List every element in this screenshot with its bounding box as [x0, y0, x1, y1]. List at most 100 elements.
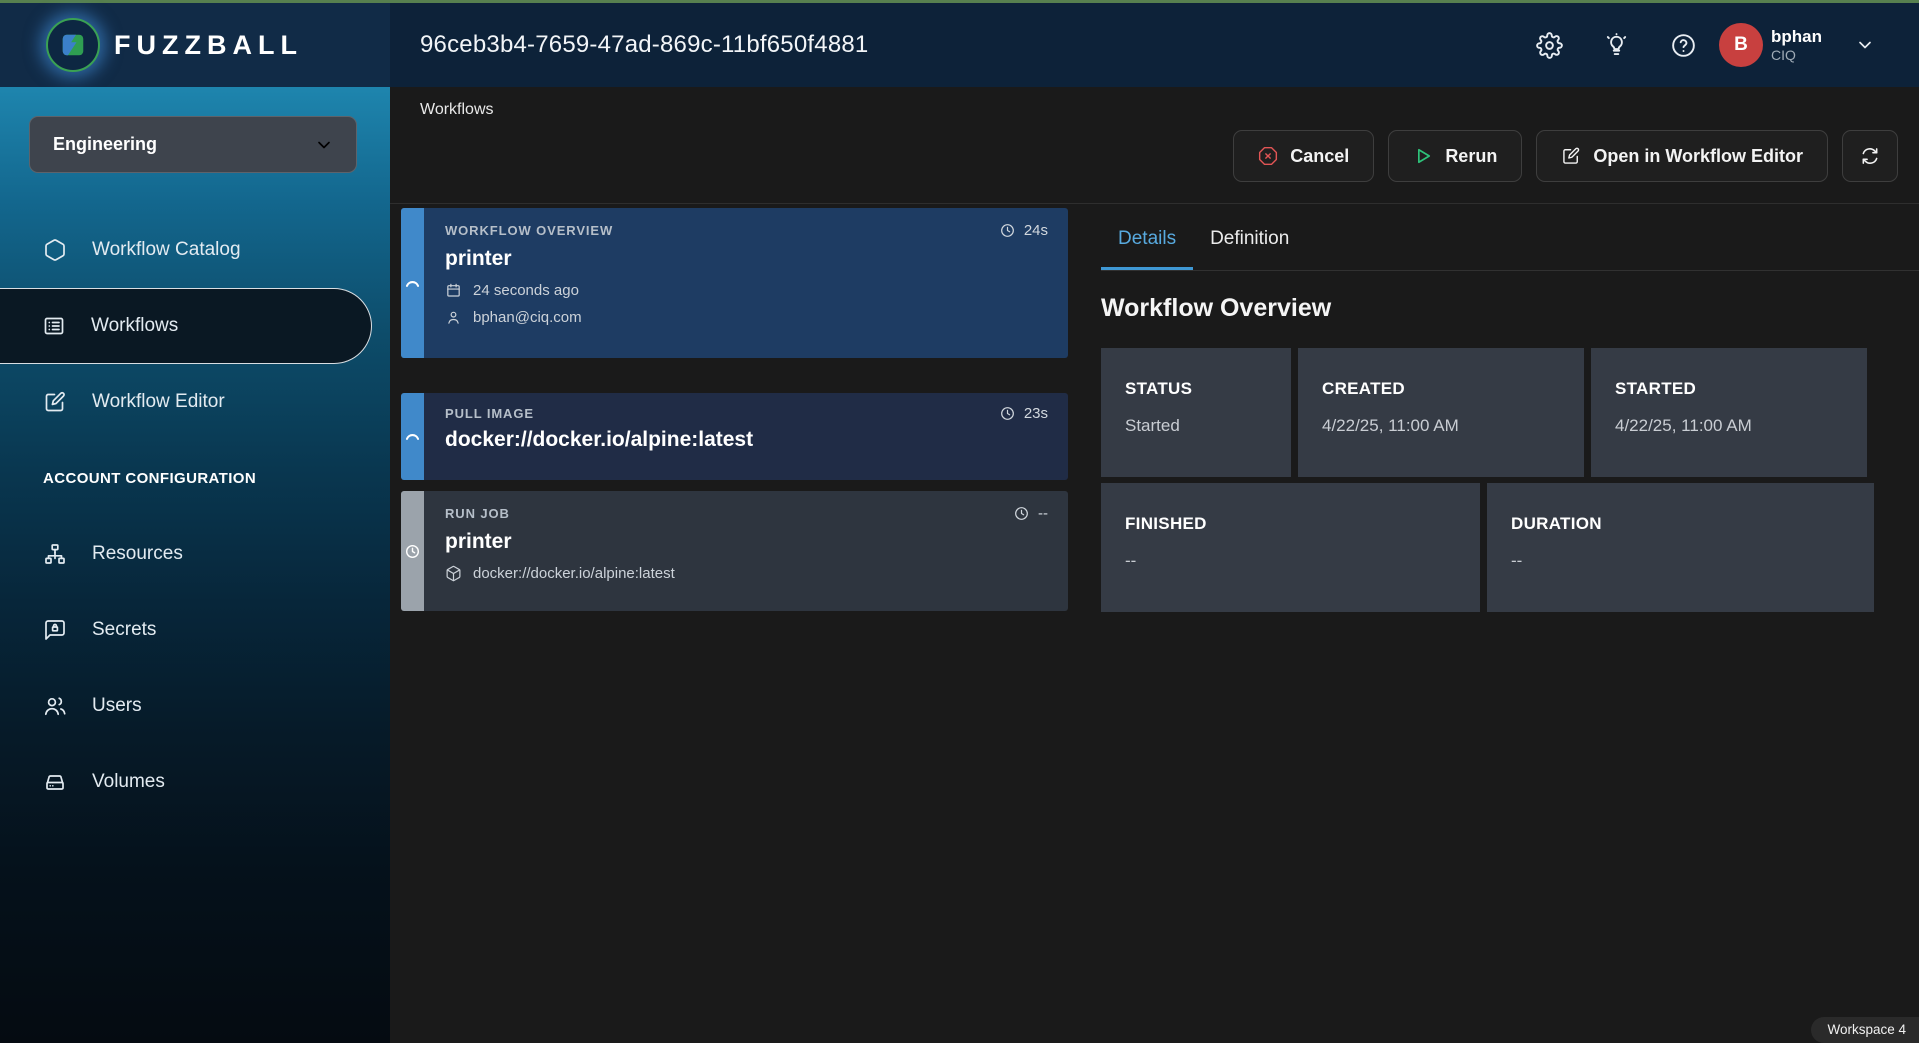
play-icon [1413, 146, 1433, 166]
calendar-icon [445, 282, 462, 299]
gear-icon [1536, 32, 1563, 59]
card-body: RUN JOB -- printer [424, 491, 1068, 611]
stat-value: -- [1511, 551, 1874, 571]
theme-button[interactable] [1599, 28, 1633, 62]
page-title: 96ceb3b4-7659-47ad-869c-11bf650f4881 [390, 3, 1532, 87]
stat-value: -- [1125, 551, 1480, 571]
card-kind: PULL IMAGE [445, 406, 534, 421]
status-rail-pending [401, 491, 424, 611]
sidebar-item-secrets[interactable]: Secrets [0, 592, 390, 668]
timeline-card-workflow-overview[interactable]: WORKFLOW OVERVIEW 24s printer [401, 208, 1068, 358]
app-screen: FUZZBALL 96ceb3b4-7659-47ad-869c-11bf650… [0, 0, 1919, 1043]
sitemap-icon [43, 542, 67, 566]
help-button[interactable] [1666, 28, 1700, 62]
user-names: bphan CIQ [1771, 27, 1822, 63]
secret-chat-lock-icon [43, 618, 67, 642]
card-kind: WORKFLOW OVERVIEW [445, 223, 613, 238]
stat-card-created: CREATED 4/22/25, 11:00 AM [1298, 348, 1584, 477]
cancel-button-label: Cancel [1290, 146, 1349, 167]
sidebar-item-label: Workflow Catalog [92, 239, 241, 261]
package-icon [445, 565, 462, 582]
rerun-button-label: Rerun [1445, 146, 1497, 167]
card-duration: 24s [999, 222, 1048, 239]
workflow-timeline: WORKFLOW OVERVIEW 24s printer [401, 208, 1068, 1043]
cancel-octagon-icon [1258, 146, 1278, 166]
top-bar: FUZZBALL 96ceb3b4-7659-47ad-869c-11bf650… [0, 3, 1919, 87]
settings-button[interactable] [1532, 28, 1566, 62]
body-row: Engineering Workflow Catalog [0, 87, 1919, 1043]
panel-heading: Workflow Overview [1101, 294, 1919, 323]
card-meta-owner: bphan@ciq.com [445, 309, 1048, 326]
stat-card-status: STATUS Started [1101, 348, 1291, 477]
timeline-card-pull-image[interactable]: PULL IMAGE 23s docker://docker.io/alpine… [401, 393, 1068, 480]
workspace-badge: Workspace 4 [1811, 1017, 1919, 1043]
card-title: printer [445, 530, 1048, 554]
spinner-icon [403, 274, 422, 293]
open-in-workflow-editor-button[interactable]: Open in Workflow Editor [1536, 130, 1828, 182]
refresh-icon [1860, 146, 1880, 166]
sidebar-item-workflow-catalog[interactable]: Workflow Catalog [0, 212, 390, 288]
sidebar-item-workflows[interactable]: Workflows [0, 288, 372, 364]
hexagon-icon [43, 238, 67, 262]
fuzzball-logo-icon [46, 18, 100, 72]
details-tabs: Details Definition [1101, 208, 1919, 271]
user-org: CIQ [1771, 47, 1822, 63]
sidebar-item-label: Resources [92, 543, 183, 565]
pending-clock-icon [404, 543, 421, 560]
card-body: WORKFLOW OVERVIEW 24s printer [424, 208, 1068, 358]
clock-icon [999, 222, 1016, 239]
sidebar-item-label: Users [92, 695, 142, 717]
user-name: bphan [1771, 27, 1822, 47]
fuzzball-logo-mark [59, 31, 87, 59]
stat-card-duration: DURATION -- [1487, 483, 1874, 612]
chevron-down-icon[interactable] [1855, 35, 1875, 55]
stat-label: CREATED [1322, 379, 1584, 399]
content-row: WORKFLOW OVERVIEW 24s printer [390, 204, 1919, 1043]
users-icon [43, 694, 67, 718]
tab-definition[interactable]: Definition [1193, 208, 1306, 270]
user-menu[interactable]: B bphan CIQ [1719, 23, 1822, 67]
sidebar-item-volumes[interactable]: Volumes [0, 744, 390, 820]
spinner-icon [403, 427, 422, 446]
account-selector-label: Engineering [53, 134, 157, 155]
clock-icon [1013, 505, 1030, 522]
status-rail-running [401, 393, 424, 480]
workflow-toolbar: Cancel Rerun Open in Workflow Editor [390, 119, 1919, 204]
sidebar-item-resources[interactable]: Resources [0, 516, 390, 592]
sidebar-item-label: Workflows [91, 315, 178, 337]
stat-label: STATUS [1125, 379, 1291, 399]
cancel-button[interactable]: Cancel [1233, 130, 1374, 182]
main-area: Workflows Cancel Rerun [390, 87, 1919, 1043]
person-icon [445, 309, 462, 326]
sidebar-item-users[interactable]: Users [0, 668, 390, 744]
sidebar-item-workflow-editor[interactable]: Workflow Editor [0, 364, 390, 440]
timeline-card-run-job[interactable]: RUN JOB -- printer [401, 491, 1068, 611]
stat-card-started: STARTED 4/22/25, 11:00 AM [1591, 348, 1867, 477]
tab-details[interactable]: Details [1101, 208, 1193, 270]
account-selector[interactable]: Engineering [29, 116, 357, 173]
clock-icon [999, 405, 1016, 422]
rerun-button[interactable]: Rerun [1388, 130, 1522, 182]
details-panel: Details Definition Workflow Overview STA… [1101, 208, 1919, 1043]
stats-grid: STATUS Started CREATED 4/22/25, 11:00 AM… [1101, 348, 1881, 612]
brand-area: FUZZBALL [0, 3, 390, 87]
edit-icon [1561, 146, 1581, 166]
sidebar-section-label: ACCOUNT CONFIGURATION [0, 440, 390, 516]
sidebar: Engineering Workflow Catalog [0, 87, 390, 1043]
stat-value: Started [1125, 416, 1291, 436]
card-kind: RUN JOB [445, 506, 510, 521]
chevron-down-icon [314, 135, 334, 155]
brand-name: FUZZBALL [114, 30, 303, 61]
open-in-workflow-editor-label: Open in Workflow Editor [1593, 146, 1803, 167]
avatar: B [1719, 23, 1763, 67]
breadcrumb: Workflows [390, 87, 1919, 119]
sidebar-nav: Workflow Catalog Workflows Workflow [0, 212, 390, 820]
stat-label: FINISHED [1125, 514, 1480, 534]
stat-card-finished: FINISHED -- [1101, 483, 1480, 612]
help-icon [1670, 32, 1697, 59]
lightbulb-icon [1603, 32, 1630, 59]
refresh-button[interactable] [1842, 130, 1898, 182]
stat-label: STARTED [1615, 379, 1867, 399]
card-title: printer [445, 247, 1048, 271]
stat-value: 4/22/25, 11:00 AM [1322, 416, 1584, 436]
